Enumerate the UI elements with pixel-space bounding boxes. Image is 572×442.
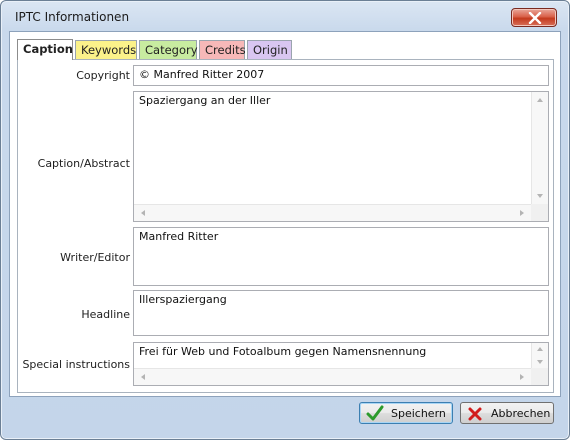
cancel-button[interactable]: Abbrechen [460, 402, 554, 424]
tab-category[interactable]: Category [139, 40, 198, 59]
tab-keywords[interactable]: Keywords [75, 40, 137, 59]
special-instructions-field[interactable]: Frei für Web und Fotoalbum gegen Namensn… [133, 342, 549, 386]
scroll-up-arrow-icon[interactable] [537, 347, 543, 351]
special-instructions-label: Special instructions [22, 358, 130, 371]
scroll-left-arrow-icon[interactable] [141, 210, 145, 216]
close-button[interactable] [511, 8, 557, 27]
writer-editor-field[interactable]: Manfred Ritter [133, 227, 549, 286]
caption-horizontal-scrollbar[interactable] [134, 204, 531, 221]
scroll-right-arrow-icon[interactable] [520, 374, 524, 380]
dialog-content: Caption Keywords Category Credits Origin… [9, 31, 561, 397]
scroll-up-arrow-icon[interactable] [537, 98, 543, 102]
window-title: IPTC Informationen [15, 10, 130, 24]
caption-vertical-scrollbar[interactable] [531, 92, 548, 204]
scroll-right-arrow-icon[interactable] [520, 210, 524, 216]
caption-panel: Copyright © Manfred Ritter 2007 Caption/… [17, 59, 554, 393]
tab-origin[interactable]: Origin [247, 40, 292, 59]
close-icon [528, 12, 542, 24]
caption-abstract-field[interactable]: Spaziergang an der Iller [133, 91, 549, 222]
caption-abstract-value: Spaziergang an der Iller [139, 94, 271, 107]
headline-value: Illerspaziergang [139, 293, 227, 306]
copyright-field[interactable]: © Manfred Ritter 2007 [133, 65, 549, 86]
special-instructions-value: Frei für Web und Fotoalbum gegen Namensn… [139, 345, 427, 358]
caption-abstract-label: Caption/Abstract [37, 157, 130, 170]
headline-field[interactable]: Illerspaziergang [133, 290, 549, 336]
special-vertical-scrollbar[interactable] [531, 343, 548, 368]
tab-credits[interactable]: Credits [199, 40, 246, 59]
cancel-button-label: Abbrechen [491, 407, 551, 420]
writer-editor-label: Writer/Editor [60, 251, 130, 264]
copyright-label: Copyright [76, 69, 130, 82]
headline-label: Headline [81, 308, 130, 321]
title-bar[interactable]: IPTC Informationen [1, 1, 569, 31]
scroll-corner [531, 368, 548, 385]
dialog-window: IPTC Informationen Caption Keywords Cate… [0, 0, 570, 440]
save-button[interactable]: Speichern [359, 402, 453, 424]
scroll-down-arrow-icon[interactable] [537, 194, 543, 198]
scroll-down-arrow-icon[interactable] [537, 360, 543, 364]
cross-icon [468, 407, 482, 421]
scroll-left-arrow-icon[interactable] [141, 374, 145, 380]
save-button-label: Speichern [391, 407, 446, 420]
scroll-corner [531, 204, 548, 221]
copyright-value: © Manfred Ritter 2007 [139, 68, 265, 81]
special-horizontal-scrollbar[interactable] [134, 368, 531, 385]
checkmark-icon [366, 405, 384, 421]
tab-caption[interactable]: Caption [17, 39, 73, 60]
writer-editor-value: Manfred Ritter [139, 230, 219, 243]
